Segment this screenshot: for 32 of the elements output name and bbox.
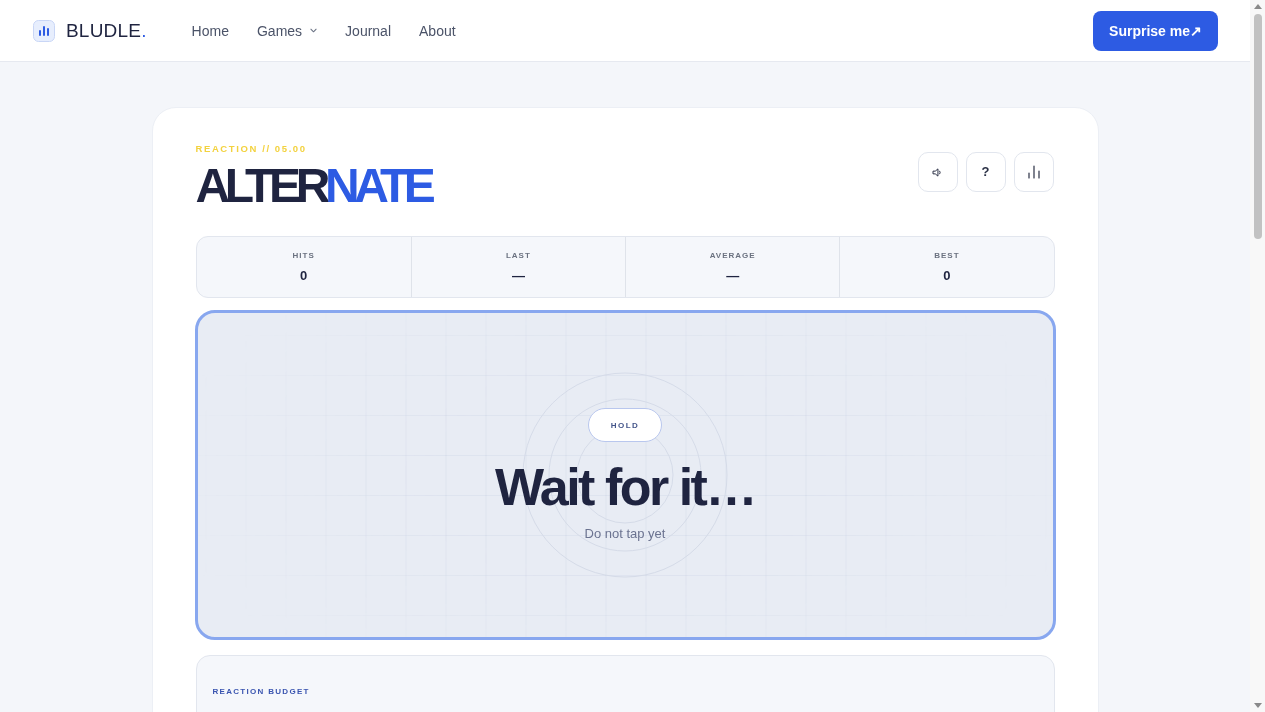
bar-chart-icon	[1026, 165, 1041, 179]
wait-message: Wait for it…	[495, 461, 755, 513]
game-category-label: REACTION // 05.00	[195, 143, 307, 155]
reaction-arena[interactable]: HOLD Wait for it… Do not tap yet	[194, 310, 1056, 640]
instruction-text: Do not tap yet	[584, 526, 666, 542]
sound-button[interactable]	[917, 152, 958, 192]
stat-value: —	[511, 268, 525, 283]
bar-chart-logo-icon[interactable]	[33, 19, 55, 42]
stat-label: BEST	[934, 251, 960, 261]
surprise-me-button[interactable]: Surprise me↗	[1093, 10, 1218, 51]
scrollbar[interactable]	[1250, 0, 1265, 712]
stat-value: 0	[300, 268, 308, 283]
stat-label: LAST	[505, 251, 531, 261]
stat-label: HITS	[292, 251, 315, 261]
scroll-down-arrow-icon[interactable]	[1253, 703, 1262, 708]
chevron-down-icon	[310, 28, 318, 33]
nav-link[interactable]: About	[419, 21, 456, 40]
nav-link[interactable]: Home	[191, 21, 229, 40]
game-title: ALTERNATE	[195, 162, 431, 210]
scrollbar-thumb[interactable]	[1253, 14, 1262, 239]
nav-link[interactable]: Games	[256, 21, 318, 40]
speaker-icon	[932, 167, 943, 177]
stat-value: —	[726, 268, 740, 283]
nav-link[interactable]: Journal	[345, 21, 391, 40]
stats-button[interactable]	[1013, 152, 1054, 192]
section-heading: REACTION BUDGET	[212, 687, 310, 697]
stat-value: 0	[943, 268, 951, 283]
stat-label: AVERAGE	[709, 251, 756, 261]
help-button[interactable]: ?	[965, 152, 1006, 192]
hold-status-pill: HOLD	[587, 408, 663, 442]
brand-name[interactable]: BLUDLE.	[66, 19, 147, 42]
scroll-up-arrow-icon[interactable]	[1253, 4, 1262, 9]
